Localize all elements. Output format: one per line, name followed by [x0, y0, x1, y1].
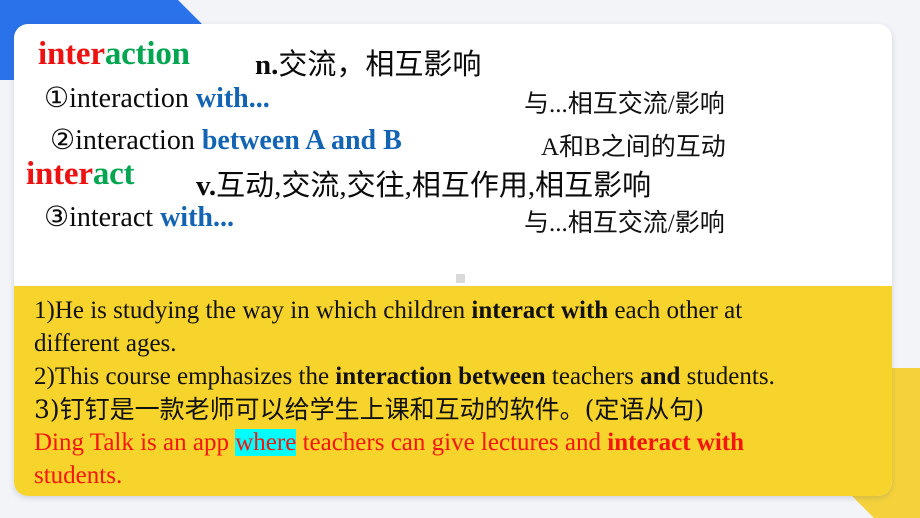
usage-gloss-3: 与...相互交流/影响 — [524, 210, 725, 237]
usage-keyword-2: between A and B — [201, 125, 402, 156]
headword-prefix-red: inter — [38, 36, 105, 72]
definitions-section: interaction n.交流，相互影响 ①interaction with.… — [14, 24, 892, 256]
highlighted-relative-pronoun: where — [235, 429, 297, 456]
example-sentence-3-english-line-1: Ding Talk is an app where teachers can g… — [14, 426, 892, 459]
example-2-bold-1: interaction between — [335, 363, 546, 390]
usage-number-3: ③ — [44, 202, 70, 233]
headword2-suffix-green: act — [92, 156, 135, 192]
usage-keyword-3: with... — [160, 202, 234, 233]
content-card: interaction n.交流，相互影响 ①interaction with.… — [14, 24, 892, 496]
pos-label-n: n. — [255, 49, 279, 81]
slide-canvas: interaction n.交流，相互影响 ①interaction with.… — [0, 0, 920, 518]
meaning-cn-verb: 互动,交流,交往,相互作用,相互影响 — [216, 170, 652, 202]
usage-item-2: ②interaction between A and B — [50, 123, 402, 157]
example-2-middle: teachers — [545, 363, 641, 390]
headword-suffix-green: action — [104, 36, 190, 72]
example-3-bold: interact with — [607, 429, 745, 456]
example-sentence-3-chinese: 3)钉钉是一款老师可以给学生上课和互动的软件。(定语从句) — [34, 395, 705, 424]
part-of-speech-noun-line: n.交流，相互影响 — [255, 41, 481, 83]
placeholder-marker — [456, 274, 465, 283]
part-of-speech-verb-line: v.互动,交流,交往,相互作用,相互影响 — [196, 162, 651, 204]
pos-label-v: v. — [196, 170, 217, 202]
usage-number-2: ② — [50, 125, 76, 156]
usage-text-1: interaction — [69, 83, 196, 114]
example-sentence-1-line-1: 1)He is studying the way in which childr… — [14, 294, 892, 327]
headword-interaction: interaction — [38, 36, 190, 73]
example-2-suffix: students. — [680, 363, 775, 390]
example-sentence-1-line-2: different ages. — [34, 330, 177, 357]
usage-text-2: interaction — [75, 125, 202, 156]
example-3-middle: teachers can give lectures and — [296, 429, 608, 456]
example-1-prefix: 1)He is studying the way in which childr… — [34, 297, 472, 324]
example-3-prefix: Ding Talk is an app — [34, 429, 236, 456]
example-2-bold-2: and — [640, 363, 681, 390]
example-2-prefix: 2)This course emphasizes the — [34, 363, 336, 390]
headword-interact: interact — [26, 156, 135, 193]
example-1-bold: interact with — [471, 297, 609, 324]
usage-gloss-1: 与...相互交流/影响 — [524, 91, 725, 118]
examples-block: 1)He is studying the way in which childr… — [14, 286, 892, 496]
example-sentence-2: 2)This course emphasizes the interaction… — [14, 360, 892, 393]
meaning-cn-noun: 交流，相互影响 — [278, 49, 482, 81]
usage-item-1: ①interaction with... — [44, 81, 270, 115]
headword2-prefix-red: inter — [26, 156, 93, 192]
example-sentence-3-english-line-2: students. — [34, 462, 123, 489]
example-1-suffix: each other at — [608, 297, 743, 324]
usage-gloss-2: A和B之间的互动 — [541, 134, 726, 161]
usage-keyword-1: with... — [195, 83, 270, 114]
usage-text-3: interact — [69, 202, 161, 233]
usage-item-3: ③interact with... — [44, 200, 234, 234]
usage-number-1: ① — [44, 83, 70, 114]
